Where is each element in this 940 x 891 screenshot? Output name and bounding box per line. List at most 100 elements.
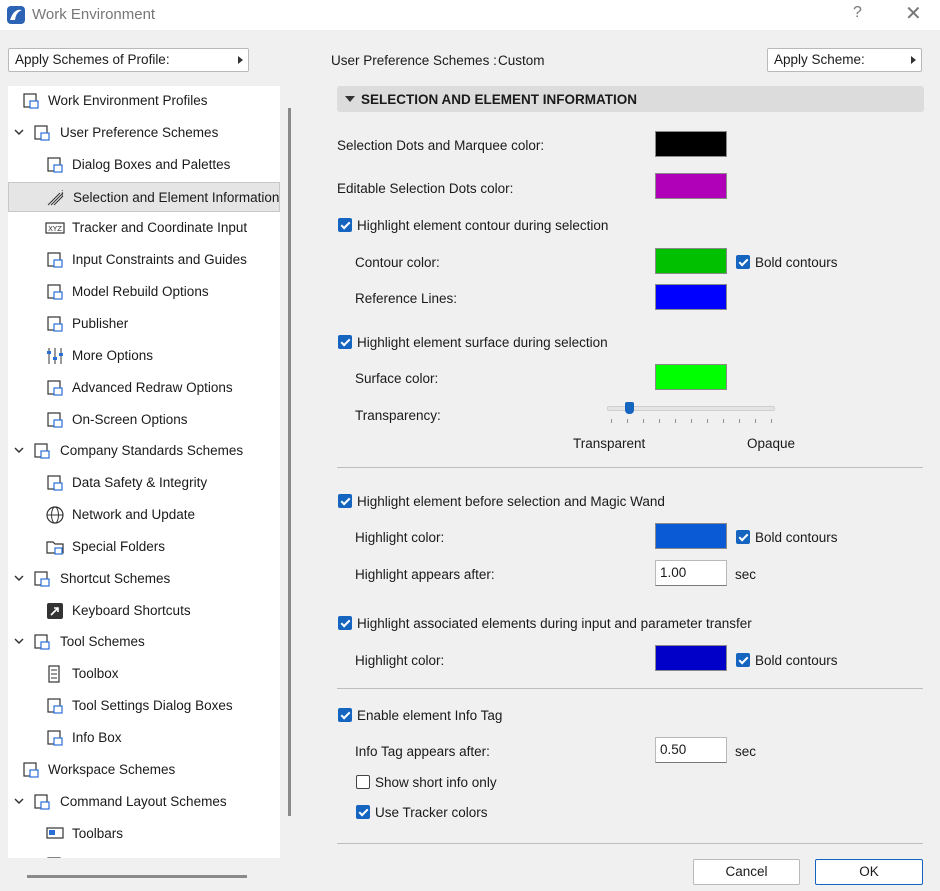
tree-item[interactable]: Toolbars: [8, 819, 280, 849]
apply-scheme-label: Apply Scheme:: [774, 52, 865, 67]
apply-scheme-dropdown[interactable]: Apply Scheme:: [767, 48, 922, 72]
info-box-icon: [47, 730, 63, 746]
tree-item[interactable]: Menus: [8, 850, 280, 858]
apply-profile-label: Apply Schemes of Profile:: [15, 52, 170, 67]
shortcut-schemes-icon: [34, 571, 50, 587]
tree-item-label: Toolbars: [72, 825, 124, 841]
tree-item[interactable]: Work Environment Profiles: [8, 86, 280, 116]
contour-bold-checkbox[interactable]: [736, 255, 750, 269]
tree-item-label: Menus: [72, 857, 113, 858]
tree-item[interactable]: Shortcut Schemes: [8, 564, 280, 594]
close-window-button[interactable]: ✕: [905, 1, 922, 26]
highlight-contour-label: Highlight element contour during selecti…: [357, 218, 609, 233]
tree-item[interactable]: XYZ Tracker and Coordinate Input: [8, 213, 280, 243]
chevron-down-icon[interactable]: [14, 127, 24, 137]
tool-schemes-icon: [34, 634, 50, 651]
help-button[interactable]: ?: [853, 4, 862, 22]
scheme-label: User Preference Schemes :: [331, 53, 497, 68]
highlight-contour-checkbox[interactable]: [338, 218, 352, 232]
editable-dots-color-swatch[interactable]: [655, 173, 727, 199]
tree-item[interactable]: Dialog Boxes and Palettes: [8, 150, 280, 180]
tree-item[interactable]: Workspace Schemes: [8, 755, 280, 785]
tree-item[interactable]: Publisher: [8, 309, 280, 339]
slider-tick: [771, 419, 772, 423]
slider-tick: [691, 419, 692, 423]
contour-bold-label: Bold contours: [755, 255, 838, 270]
cancel-button[interactable]: Cancel: [693, 859, 800, 885]
chevron-down-icon[interactable]: [14, 445, 24, 455]
associated-color-swatch[interactable]: [655, 645, 727, 671]
tracker-colors-checkbox[interactable]: [356, 805, 370, 819]
tree-item[interactable]: User Preference Schemes: [8, 118, 280, 148]
highlight-associated-checkbox[interactable]: [338, 616, 352, 630]
tree-item-label: Dialog Boxes and Palettes: [72, 156, 231, 172]
tree-item[interactable]: Tool Settings Dialog Boxes: [8, 691, 280, 721]
contour-color-swatch[interactable]: [655, 248, 727, 274]
tree-horizontal-scrollbar[interactable]: [27, 875, 247, 878]
apply-profile-dropdown[interactable]: Apply Schemes of Profile:: [8, 48, 249, 72]
reference-lines-color-swatch[interactable]: [655, 284, 727, 310]
tree-item[interactable]: Data Safety & Integrity: [8, 468, 280, 498]
chevron-down-icon[interactable]: [14, 573, 24, 583]
svg-text:i: i: [61, 190, 64, 200]
info-tag-after-label: Info Tag appears after:: [355, 744, 490, 759]
collapse-triangle-icon[interactable]: [345, 96, 355, 102]
highlight-color-swatch[interactable]: [655, 523, 727, 549]
chevron-down-icon[interactable]: [14, 636, 24, 646]
short-info-label: Show short info only: [375, 775, 497, 790]
associated-bold-label: Bold contours: [755, 653, 838, 668]
tree-item[interactable]: Special Folders: [8, 532, 280, 562]
tree-item[interactable]: More Options: [8, 341, 280, 371]
tree-item-label: Tool Schemes: [60, 634, 145, 650]
scheme-value: Custom: [498, 53, 545, 68]
model-rebuild-icon: [47, 284, 63, 300]
info-tag-after-unit: sec: [735, 744, 757, 759]
tree-item[interactable]: Command Layout Schemes: [8, 787, 280, 817]
short-info-checkbox[interactable]: [356, 775, 370, 789]
slider-tick: [675, 419, 676, 423]
opaque-label: Opaque: [747, 436, 796, 451]
tree-item-label: Model Rebuild Options: [72, 284, 209, 300]
tree-item[interactable]: Keyboard Shortcuts: [8, 596, 280, 626]
highlight-bold-label: Bold contours: [755, 530, 838, 545]
advanced-redraw-icon: [47, 380, 63, 396]
surface-color-swatch[interactable]: [655, 364, 727, 390]
folder-icon: [46, 541, 64, 555]
associated-bold-checkbox[interactable]: [736, 653, 750, 667]
command-layout-icon: [34, 794, 50, 810]
tree-item-label: Keyboard Shortcuts: [72, 602, 191, 618]
tree-item-label: Info Box: [72, 730, 122, 745]
tree-item-label: User Preference Schemes: [60, 124, 219, 140]
info-tag-checkbox[interactable]: [338, 708, 352, 722]
tree-item[interactable]: Company Standards Schemes: [8, 436, 280, 466]
section-title: SELECTION AND ELEMENT INFORMATION: [361, 92, 637, 107]
tree-item[interactable]: Info Box: [8, 723, 280, 753]
transparency-slider-thumb[interactable]: [624, 402, 634, 414]
highlight-surface-checkbox[interactable]: [338, 335, 352, 349]
selection-dots-color-swatch[interactable]: [655, 131, 727, 157]
tree-item[interactable]: Model Rebuild Options: [8, 277, 280, 307]
tree-item[interactable]: i Selection and Element Information: [8, 181, 280, 212]
tree-item[interactable]: On-Screen Options: [8, 405, 280, 435]
settings-tree: Work Environment Profiles User Preference…: [8, 86, 280, 858]
highlight-before-label: Highlight element before selection and M…: [357, 494, 665, 509]
highlight-before-checkbox[interactable]: [338, 494, 352, 508]
highlight-associated-label: Highlight associated elements during inp…: [357, 616, 752, 631]
transparency-label: Transparency:: [355, 408, 441, 423]
separator: [337, 467, 923, 468]
tree-item-label: Command Layout Schemes: [60, 793, 227, 809]
tree-item-label: Shortcut Schemes: [60, 570, 171, 586]
tree-vertical-scrollbar[interactable]: [288, 108, 291, 816]
tree-item[interactable]: Input Constraints and Guides: [8, 245, 280, 275]
tree-item[interactable]: Network and Update: [8, 500, 280, 530]
tree-item[interactable]: Toolbox: [8, 659, 280, 689]
ok-button[interactable]: OK: [815, 859, 923, 885]
chevron-down-icon[interactable]: [14, 796, 24, 806]
tree-item[interactable]: Tool Schemes: [8, 627, 280, 657]
window-title: Work Environment: [32, 6, 156, 23]
highlight-bold-checkbox[interactable]: [736, 530, 750, 544]
tree-item[interactable]: Advanced Redraw Options: [8, 373, 280, 403]
info-tag-after-input[interactable]: 0.50: [655, 737, 727, 763]
highlight-after-input[interactable]: 1.00: [655, 560, 727, 586]
tree-item-label: Company Standards Schemes: [60, 443, 244, 459]
